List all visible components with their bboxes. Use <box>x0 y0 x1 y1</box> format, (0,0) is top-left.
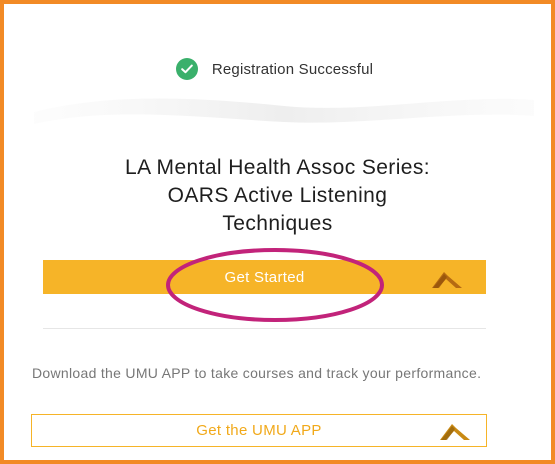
get-app-label: Get the UMU APP <box>196 422 322 439</box>
check-circle-icon <box>175 58 198 80</box>
page-frame: Registration Successful LA Mental Health… <box>0 0 555 464</box>
cursor-pointer-icon <box>432 272 462 288</box>
get-started-button[interactable]: Get Started <box>43 260 486 294</box>
registration-status: Registration Successful <box>4 54 551 84</box>
cursor-pointer-icon <box>440 424 470 440</box>
course-title-line-2: OARS Active Listening <box>167 184 388 207</box>
download-promo-text: Download the UMU APP to take courses and… <box>32 365 482 381</box>
course-title-line-3: Techniques <box>222 212 333 235</box>
course-title-line-1: LA Mental Health Assoc Series: <box>125 156 430 179</box>
decorative-wave <box>34 98 534 124</box>
course-title: LA Mental Health Assoc Series: OARS Acti… <box>64 154 491 238</box>
get-app-button[interactable]: Get the UMU APP <box>31 414 487 447</box>
status-text: Registration Successful <box>211 60 374 78</box>
get-started-label: Get Started <box>224 268 305 286</box>
section-divider <box>43 328 486 329</box>
